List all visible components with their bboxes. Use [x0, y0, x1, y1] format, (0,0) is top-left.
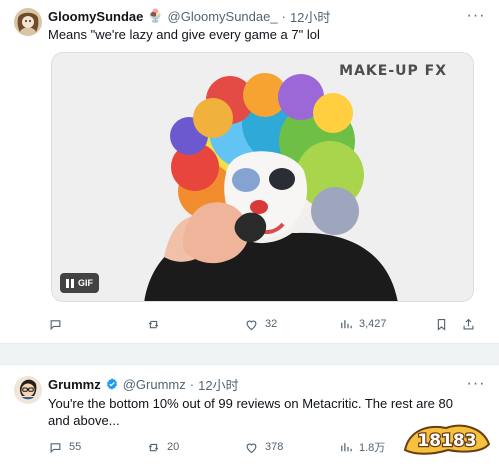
- twitter-feed: GloomySundae 🍨 @GloomySundae_ · 12小时 ···…: [0, 0, 499, 467]
- like-count: 378: [265, 441, 284, 453]
- bookmark-button[interactable]: [434, 314, 449, 334]
- share-button[interactable]: [461, 314, 476, 334]
- sundae-badge-icon: 🍨: [147, 8, 164, 23]
- more-options-icon[interactable]: ···: [467, 375, 485, 393]
- clown-makeup-gif: [52, 53, 473, 301]
- views-button[interactable]: 1.8万: [338, 437, 385, 457]
- bar-chart-icon: [341, 442, 352, 451]
- separator-dot: ·: [281, 8, 286, 24]
- reply-button[interactable]: [48, 314, 69, 334]
- bookmark-icon: [437, 318, 446, 331]
- retweet-icon: [148, 443, 159, 451]
- timestamp[interactable]: 12小时: [290, 7, 330, 26]
- display-name[interactable]: Grummz: [48, 377, 101, 392]
- heart-icon: [246, 320, 257, 330]
- reply-icon: [50, 319, 61, 330]
- view-count: 3,427: [359, 318, 387, 330]
- heart-icon: [246, 443, 257, 453]
- like-count: 32: [265, 318, 278, 330]
- verified-badge-icon: [106, 378, 117, 390]
- display-name[interactable]: GloomySundae: [48, 9, 143, 24]
- tweet-actions: 32 3,427: [48, 314, 474, 334]
- avatar[interactable]: [14, 376, 42, 404]
- tweet[interactable]: GloomySundae 🍨 @GloomySundae_ · 12小时 ···…: [0, 0, 499, 343]
- brand-text: 18183: [417, 431, 476, 451]
- pause-icon: [66, 278, 74, 288]
- tweet-text: Means "we're lazy and give every game a …: [48, 27, 320, 42]
- handle[interactable]: @Grummz: [123, 377, 186, 392]
- handle[interactable]: @GloomySundae_: [168, 9, 278, 24]
- gif-toggle-button[interactable]: GIF: [60, 273, 99, 293]
- tweet-gif[interactable]: MAKE-UP FX GIF: [51, 52, 474, 302]
- timestamp[interactable]: 12小时: [198, 375, 238, 394]
- like-button[interactable]: 378: [244, 437, 283, 457]
- video-watermark: MAKE-UP FX: [339, 63, 447, 79]
- retweet-icon: [148, 320, 159, 328]
- brand-logo: 18183: [403, 424, 491, 455]
- view-count: 1.8万: [359, 442, 386, 454]
- separator-dot: ·: [189, 376, 195, 392]
- avatar[interactable]: [14, 8, 42, 36]
- tweet-separator: [0, 343, 499, 365]
- retweet-button[interactable]: 20: [146, 437, 179, 457]
- more-options-icon[interactable]: ···: [467, 7, 485, 25]
- retweet-button[interactable]: [146, 314, 167, 334]
- reply-button[interactable]: 55: [48, 437, 81, 457]
- gif-label: GIF: [78, 278, 93, 288]
- bar-chart-icon: [341, 319, 352, 328]
- reply-count: 55: [69, 441, 82, 453]
- views-button[interactable]: 3,427: [338, 314, 387, 334]
- share-icon: [463, 318, 474, 329]
- like-button[interactable]: 32: [244, 314, 277, 334]
- tweet-actions: 55 20 378 1.8万: [48, 437, 461, 457]
- reply-icon: [50, 442, 61, 453]
- retweet-count: 20: [167, 441, 180, 453]
